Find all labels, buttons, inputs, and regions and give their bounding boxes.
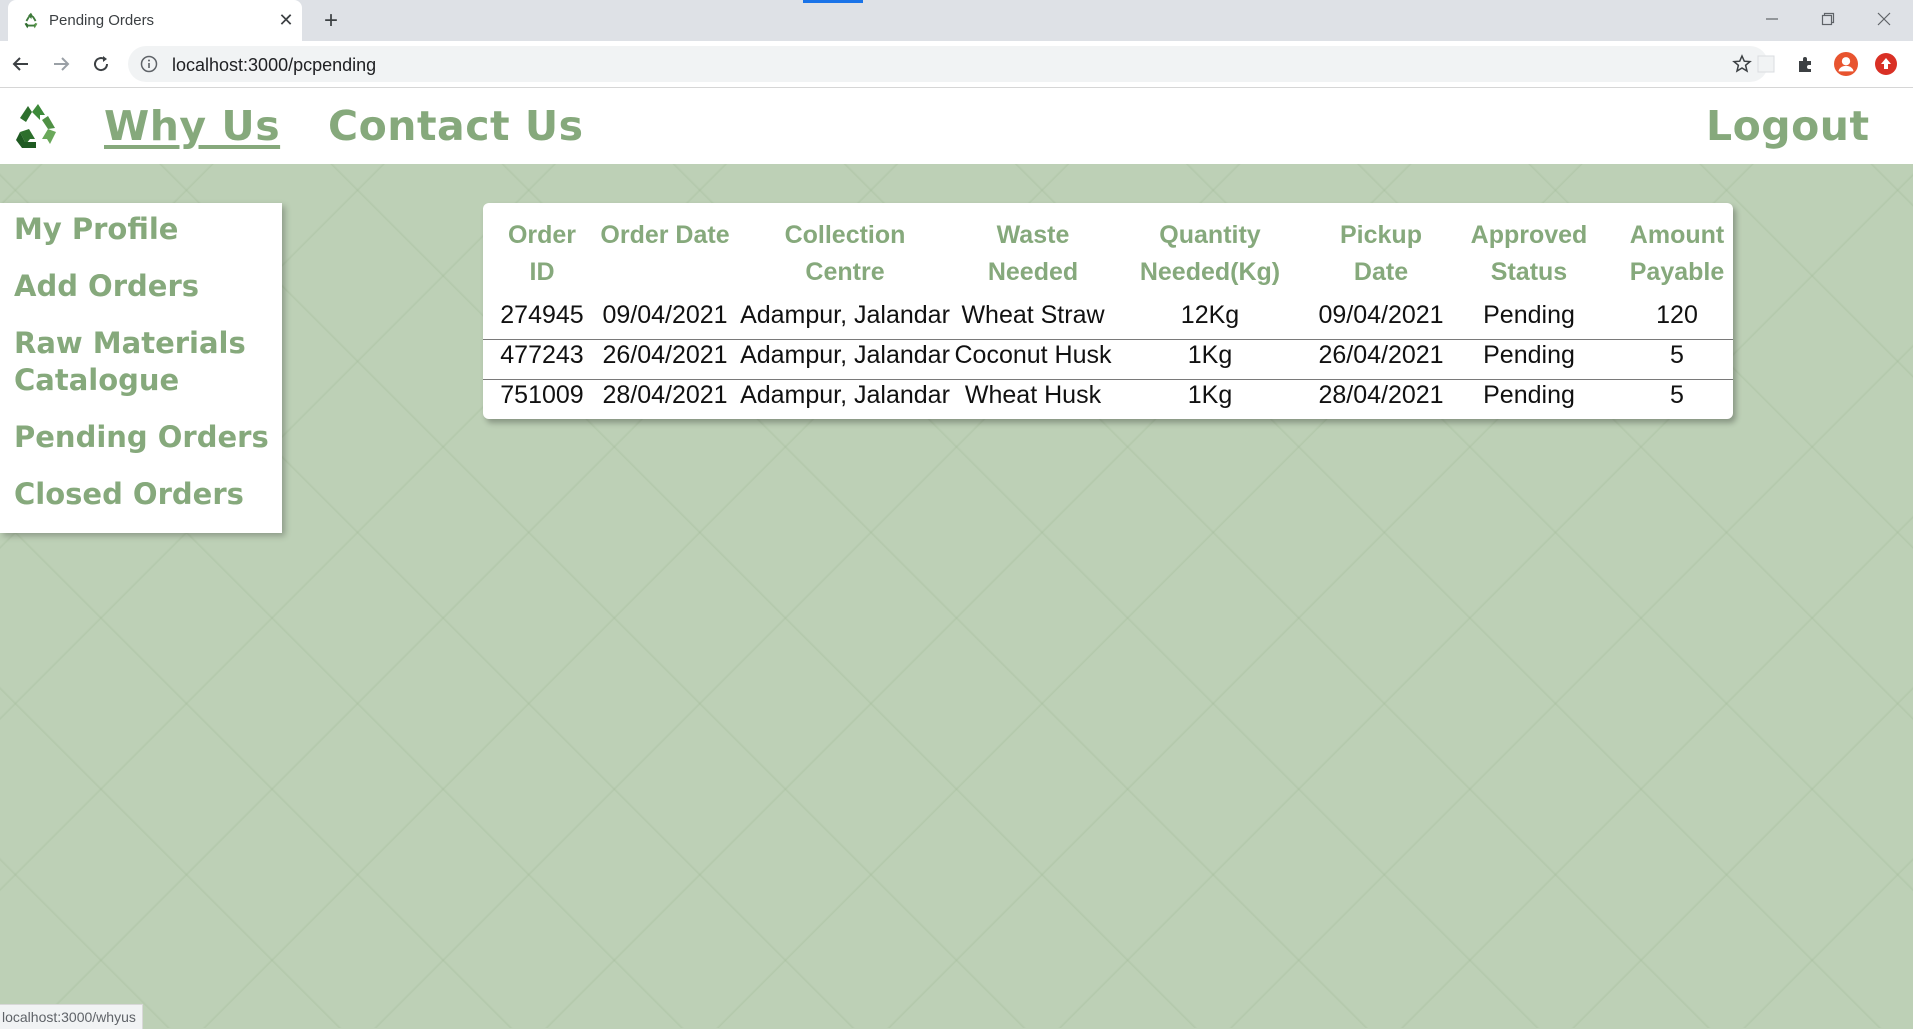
column-header-order-date: Order Date [600, 221, 730, 249]
cell-quantity: 1Kg [1187, 381, 1233, 409]
cell-approved-status: Pending [1483, 381, 1575, 409]
restore-icon[interactable] [1808, 6, 1848, 32]
window-close-icon[interactable] [1864, 6, 1904, 32]
site-info-icon[interactable] [140, 55, 158, 73]
reload-icon[interactable] [86, 49, 116, 79]
sidebar-item-raw-materials-catalogue[interactable]: Raw Materials Catalogue [14, 325, 254, 399]
cell-waste-needed: Wheat Straw [961, 301, 1105, 329]
cell-pickup-date: 09/04/2021 [1318, 301, 1444, 329]
cell-waste-needed: Wheat Husk [964, 381, 1102, 409]
cell-collection-centre: Adampur, Jalandar [740, 341, 950, 369]
column-header-collection-centre: Collection Centre [784, 221, 906, 286]
cell-order-date: 09/04/2021 [602, 301, 728, 329]
sidebar-item-closed-orders[interactable]: Closed Orders [14, 476, 244, 513]
extension-placeholder-icon[interactable] [1754, 52, 1778, 76]
row-divider [483, 339, 1733, 340]
column-header-amount-payable: Amount Payable [1629, 221, 1725, 286]
tab-loading-accent [803, 0, 863, 3]
link-status-bar: localhost:3000/whyus [0, 1004, 143, 1029]
back-arrow-icon[interactable] [6, 49, 36, 79]
nav-why-us-link[interactable]: Why Us [104, 102, 280, 150]
close-tab-icon[interactable]: ✕ [274, 8, 298, 32]
cell-waste-needed: Coconut Husk [954, 341, 1112, 369]
new-tab-button[interactable]: + [318, 7, 344, 34]
cell-quantity: 1Kg [1187, 341, 1233, 369]
bookmark-star-icon[interactable] [1732, 54, 1752, 74]
cell-order-id: 751009 [500, 381, 584, 409]
nav-contact-us-link[interactable]: Contact Us [328, 102, 584, 150]
cell-approved-status: Pending [1483, 301, 1575, 329]
cell-amount-payable: 5 [1670, 341, 1684, 369]
recycle-favicon-icon [24, 12, 38, 29]
row-divider [483, 379, 1733, 380]
cell-order-date: 26/04/2021 [602, 341, 728, 369]
column-header-waste-needed: Waste Needed [987, 221, 1079, 286]
cell-collection-centre: Adampur, Jalandar [740, 301, 950, 329]
browser-tabstrip: Pending Orders ✕ + [0, 0, 1913, 41]
page-body: Why Us Contact Us Logout My Profile Add … [0, 88, 1913, 1028]
profile-avatar-icon[interactable] [1834, 52, 1858, 76]
sidebar-item-pending-orders[interactable]: Pending Orders [14, 419, 269, 456]
recycle-icon[interactable] [12, 100, 64, 152]
url-text[interactable]: localhost:3000/pcpending [172, 55, 376, 76]
logout-link[interactable]: Logout [1706, 102, 1870, 150]
cell-pickup-date: 28/04/2021 [1318, 381, 1444, 409]
address-bar[interactable]: localhost:3000/pcpending [128, 46, 1768, 82]
cell-pickup-date: 26/04/2021 [1318, 341, 1444, 369]
column-header-quantity-needed: Quantity Needed(Kg) [1139, 221, 1281, 286]
cell-approved-status: Pending [1483, 341, 1575, 369]
cell-order-id: 274945 [500, 301, 584, 329]
column-header-order-id: Order ID [507, 221, 577, 286]
cell-amount-payable: 120 [1656, 301, 1698, 329]
update-arrow-icon[interactable] [1874, 52, 1898, 76]
cell-collection-centre: Adampur, Jalandar [740, 381, 950, 409]
column-header-pickup-date: Pickup Date [1340, 221, 1422, 286]
forward-arrow-icon[interactable] [46, 49, 76, 79]
sidebar-item-add-orders[interactable]: Add Orders [14, 268, 199, 305]
minimize-icon[interactable] [1752, 6, 1792, 32]
cell-order-date: 28/04/2021 [602, 381, 728, 409]
sidebar: My Profile Add Orders Raw Materials Cata… [0, 203, 282, 533]
cell-order-id: 477243 [500, 341, 584, 369]
site-header: Why Us Contact Us Logout [0, 88, 1913, 164]
browser-tab[interactable]: Pending Orders ✕ [8, 0, 302, 41]
pending-orders-table: Order ID Order Date Collection Centre Wa… [483, 203, 1733, 419]
column-header-approved-status: Approved Status [1470, 221, 1588, 286]
tab-title: Pending Orders [49, 12, 155, 29]
cell-quantity: 12Kg [1180, 301, 1240, 329]
sidebar-item-my-profile[interactable]: My Profile [14, 211, 178, 248]
extensions-puzzle-icon[interactable] [1794, 52, 1818, 76]
browser-toolbar: localhost:3000/pcpending [0, 41, 1913, 88]
cell-amount-payable: 5 [1670, 381, 1684, 409]
